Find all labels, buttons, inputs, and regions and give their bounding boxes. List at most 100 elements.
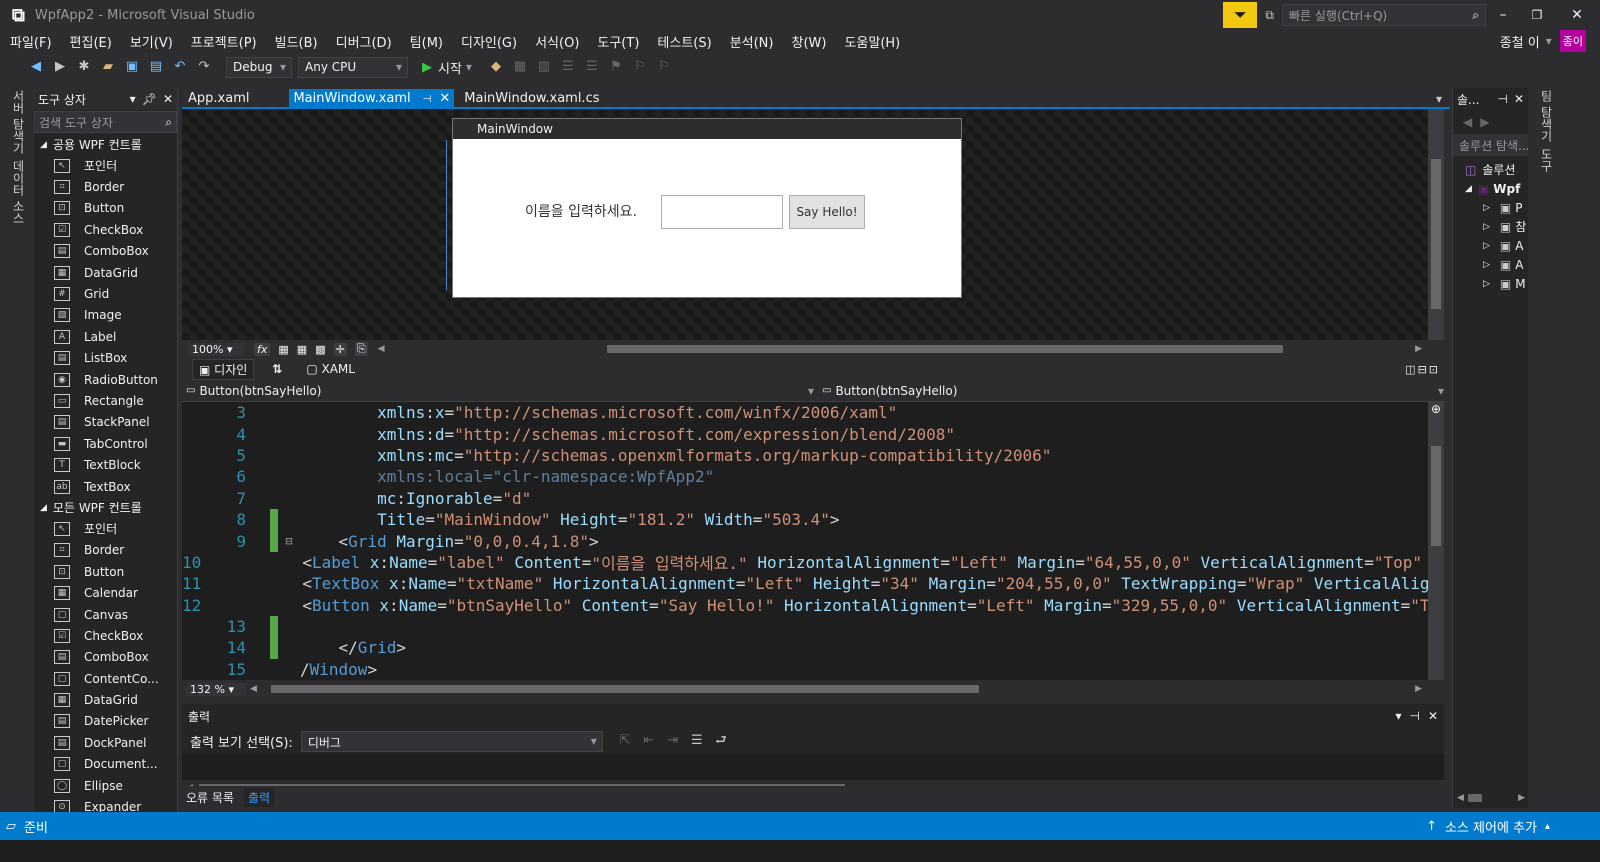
editor-hscroll-thumb[interactable] <box>270 685 979 693</box>
code-line[interactable]: 4 xmlns: d = "http://schemas.microsoft.com/… <box>182 423 1428 444</box>
code-line[interactable]: 14 </Grid > <box>182 637 1428 659</box>
forward-icon[interactable]: ▶ <box>1480 115 1489 129</box>
fold-margin[interactable]: ⊟ <box>278 534 300 548</box>
toolbox-item[interactable]: ⊡ Button <box>34 561 177 582</box>
menu-item-6[interactable]: 팀(M) <box>410 32 443 51</box>
solution-tree-item[interactable]: ▷ ▣ M <box>1453 274 1528 293</box>
toolbox-item[interactable]: ↖ 포인터 <box>34 155 177 176</box>
menu-item-9[interactable]: 도구(T) <box>597 32 639 51</box>
grid-icon[interactable]: ▦ <box>278 343 288 356</box>
code-line[interactable]: 7 mc: Ignorable = "d" <box>182 488 1428 509</box>
minimize-button[interactable]: – <box>1486 7 1520 23</box>
menu-item-8[interactable]: 서식(O) <box>535 32 579 51</box>
toolbox-item[interactable]: ▧ Image <box>34 305 177 326</box>
split-vertical-icon[interactable]: ◫ <box>1405 363 1415 376</box>
next-message-icon[interactable]: ⇥ <box>665 733 681 749</box>
editor-scroll-thumb[interactable] <box>1431 446 1441 546</box>
scroll-right-icon[interactable]: ▶ <box>1518 793 1525 803</box>
toolbox-item[interactable]: T TextBlock <box>34 454 177 475</box>
solution-hscroll[interactable]: ◀ ▶ <box>1453 790 1528 806</box>
tab-output[interactable]: 출력 <box>243 787 275 807</box>
toolbox-item[interactable]: ▭ Rectangle <box>34 390 177 411</box>
solution-tree-item[interactable]: ▷ ▣ P <box>1453 198 1528 217</box>
toolbox-item[interactable]: ▦ DataGrid <box>34 262 177 283</box>
design-textbox[interactable] <box>661 195 783 229</box>
snap-grid-icon[interactable]: ▦ <box>297 343 307 356</box>
xaml-code-editor[interactable]: 3 xmlns: x = "http://schemas.microsoft.com/… <box>182 402 1428 680</box>
toolbox-item[interactable]: ⊡ Button <box>34 198 177 219</box>
platform-select[interactable]: Any CPU <box>298 56 408 78</box>
collapsed-triangle-icon[interactable]: ▷ <box>1483 260 1490 270</box>
code-line[interactable]: 6 xmlns:local="clr-namespace:WpfApp2" <box>182 466 1428 487</box>
uncomment-icon[interactable]: ☰ <box>584 59 600 75</box>
solution-tree-item[interactable]: ▷ ▣ 참 <box>1453 217 1528 236</box>
scroll-right-icon[interactable]: ▶ <box>1415 684 1422 694</box>
collapse-pane-icon[interactable]: ⊡ <box>1429 363 1438 376</box>
left-vtab-1[interactable]: 데이터 소스 <box>10 160 27 224</box>
toolbox-item[interactable]: ▤ ComboBox <box>34 241 177 262</box>
chevron-up-icon[interactable]: ▴ <box>1545 821 1550 832</box>
start-button[interactable]: 시작 <box>438 58 462 77</box>
project-node[interactable]: ◢ ▣ Wpf <box>1453 179 1528 198</box>
scroll-left-icon[interactable]: ◀ <box>1457 793 1464 803</box>
add-to-source-control[interactable]: 소스 제어에 추가 <box>1445 817 1537 836</box>
design-button[interactable]: Say Hello! <box>789 195 865 229</box>
output-source-select[interactable]: 디버그 <box>300 730 603 752</box>
tab-mainwindow-xaml[interactable]: MainWindow.xaml ⊣ ✕ <box>289 89 455 109</box>
solution-root-node[interactable]: ◫ 솔루션 <box>1453 160 1528 179</box>
solution-tree-item[interactable]: ▷ ▣ A <box>1453 255 1528 274</box>
toolbox-item[interactable]: ▤ DatePicker <box>34 711 177 732</box>
align-icon-2[interactable]: ▥ <box>536 59 552 75</box>
scroll-thumb[interactable] <box>1431 159 1441 309</box>
toolbox-item[interactable]: ▤ ListBox <box>34 348 177 369</box>
toolbox-item[interactable]: ab TextBox <box>34 476 177 497</box>
toolbox-item[interactable]: ▢ Canvas <box>34 604 177 625</box>
tab-error-list[interactable]: 오류 목록 <box>186 789 234 806</box>
left-vtab-0[interactable]: 서버 탐색기 <box>10 90 27 154</box>
forward-icon[interactable]: ▶ <box>52 59 68 75</box>
close-icon[interactable]: ✕ <box>1514 92 1524 106</box>
menu-item-1[interactable]: 편집(E) <box>70 32 112 51</box>
menu-item-13[interactable]: 도움말(H) <box>844 32 900 51</box>
save-icon[interactable]: ▣ <box>124 59 140 75</box>
designer-vertical-scrollbar[interactable] <box>1428 109 1444 340</box>
tab-mainwindow-xaml-cs[interactable]: MainWindow.xaml.cs <box>460 89 603 109</box>
menu-item-3[interactable]: 프로젝트(P) <box>191 32 257 51</box>
menu-item-11[interactable]: 분석(N) <box>730 32 774 51</box>
output-text-area[interactable] <box>182 754 1444 780</box>
restore-button[interactable]: ❐ <box>1520 8 1554 22</box>
type-nav-select[interactable]: ▭ Button(btnSayHello) ▾ <box>186 384 814 398</box>
solution-search[interactable]: 솔루션 탐색... <box>1453 134 1528 156</box>
toolbox-group-all[interactable]: ◢ 모든 WPF 컨트롤 <box>34 497 177 518</box>
bookmark-next-icon[interactable]: ⚐ <box>656 59 672 75</box>
back-icon[interactable]: ◀ <box>28 59 44 75</box>
toolbox-item[interactable]: ▤ DockPanel <box>34 732 177 753</box>
avatar[interactable]: 종이 <box>1559 30 1586 52</box>
collapsed-triangle-icon[interactable]: ▷ <box>1483 241 1490 251</box>
close-icon[interactable]: ✕ <box>1428 709 1438 723</box>
comment-icon[interactable]: ☰ <box>560 59 576 75</box>
menu-item-4[interactable]: 빌드(B) <box>275 32 318 51</box>
close-icon[interactable]: ✕ <box>163 92 173 106</box>
clear-all-icon[interactable]: ☰ <box>689 733 705 749</box>
word-wrap-icon[interactable]: ⮐ <box>713 733 729 749</box>
tab-app-xaml[interactable]: App.xaml <box>184 89 253 109</box>
quick-launch-input[interactable]: 빠른 실행(Ctrl+Q) <box>1289 7 1472 24</box>
toolbox-item[interactable]: ▢ Document... <box>34 754 177 775</box>
solution-config-select[interactable]: Debug <box>226 56 292 78</box>
toolbox-item[interactable]: ▦ DataGrid <box>34 689 177 710</box>
toolbox-item[interactable]: ▤ ComboBox <box>34 647 177 668</box>
scroll-right-icon[interactable]: ▶ <box>1415 344 1422 354</box>
chevron-down-icon[interactable]: ▾ <box>1395 709 1401 723</box>
start-icon[interactable]: ▶ <box>422 60 432 75</box>
scroll-left-icon[interactable]: ◀ <box>250 684 257 694</box>
collapsed-triangle-icon[interactable]: ▷ <box>1483 203 1490 213</box>
toolbox-item[interactable]: A Label <box>34 326 177 347</box>
bookmark-icon[interactable]: ⚑ <box>608 59 624 75</box>
toolbox-item[interactable]: # Grid <box>34 283 177 304</box>
tab-overflow-icon[interactable]: ▾ <box>1436 92 1442 106</box>
split-editor-icon[interactable]: ⊕ <box>1428 402 1444 416</box>
pin-icon[interactable]: ⊣ <box>1497 92 1507 106</box>
solution-hscroll-thumb[interactable] <box>1467 794 1482 802</box>
member-nav-select[interactable]: ▭ Button(btnSayHello) ▾ <box>822 384 1444 398</box>
